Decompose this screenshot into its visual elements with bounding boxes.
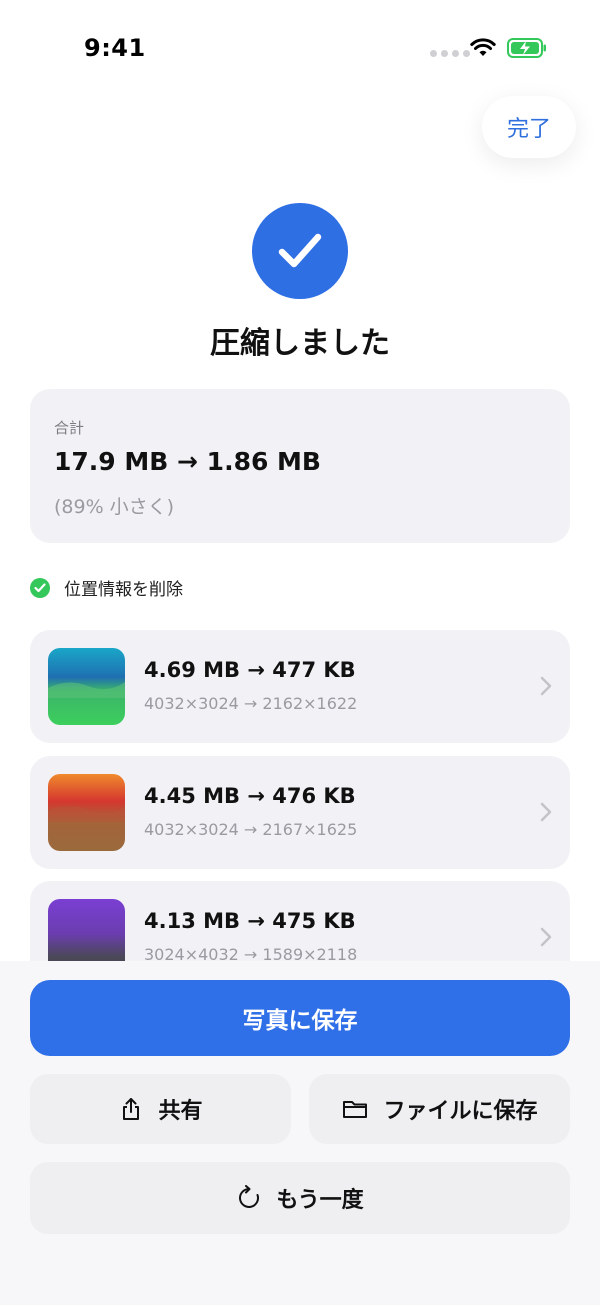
save-to-files-label: ファイルに保存 (383, 1099, 538, 1124)
item-dimension-change: 4032×3024 → 2167×1625 (144, 820, 358, 839)
summary-card: 合計 17.9 MB → 1.86 MB (89% 小さく) (30, 389, 570, 543)
done-button[interactable]: 完了 (482, 96, 576, 158)
refresh-icon (239, 1185, 260, 1208)
battery-charging-icon (507, 38, 546, 58)
summary-label: 合計 (54, 419, 85, 437)
status-bar: 9:41 (0, 0, 600, 90)
folder-icon (343, 1101, 368, 1118)
save-to-files-button[interactable]: ファイルに保存 (309, 1074, 570, 1144)
chevron-right-icon (540, 802, 552, 822)
retry-label: もう一度 (276, 1188, 364, 1213)
item-size-change: 4.69 MB → 477 KB (144, 658, 356, 682)
chevron-right-icon (540, 927, 552, 947)
status-time: 9:41 (84, 34, 146, 62)
image-list-item[interactable]: 4.69 MB → 477 KB 4032×3024 → 2162×1622 (30, 630, 570, 743)
location-removed-row: 位置情報を削除 (30, 575, 183, 600)
summary-reduction: (89% 小さく) (54, 496, 175, 518)
image-list-item[interactable]: 4.45 MB → 476 KB 4032×3024 → 2167×1625 (30, 756, 570, 869)
item-size-change: 4.45 MB → 476 KB (144, 784, 356, 808)
summary-size-change: 17.9 MB → 1.86 MB (54, 447, 321, 476)
page-title: 圧縮しました (210, 326, 390, 361)
wifi-icon (470, 38, 496, 56)
location-removed-label: 位置情報を削除 (64, 580, 183, 600)
share-label: 共有 (158, 1099, 203, 1124)
check-circle-icon (30, 577, 50, 598)
item-size-change: 4.13 MB → 475 KB (144, 909, 356, 933)
share-button[interactable]: 共有 (30, 1074, 291, 1144)
success-checkmark-icon (252, 203, 348, 299)
cellular-signal-icon (430, 50, 470, 57)
image-thumbnail (48, 774, 125, 851)
chevron-right-icon (540, 676, 552, 696)
retry-button[interactable]: もう一度 (30, 1162, 570, 1234)
share-icon (123, 1098, 140, 1120)
item-dimension-change: 4032×3024 → 2162×1622 (144, 694, 358, 713)
checkmark-icon (278, 233, 322, 268)
save-to-photos-button[interactable]: 写真に保存 (30, 980, 570, 1056)
image-thumbnail (48, 648, 125, 725)
